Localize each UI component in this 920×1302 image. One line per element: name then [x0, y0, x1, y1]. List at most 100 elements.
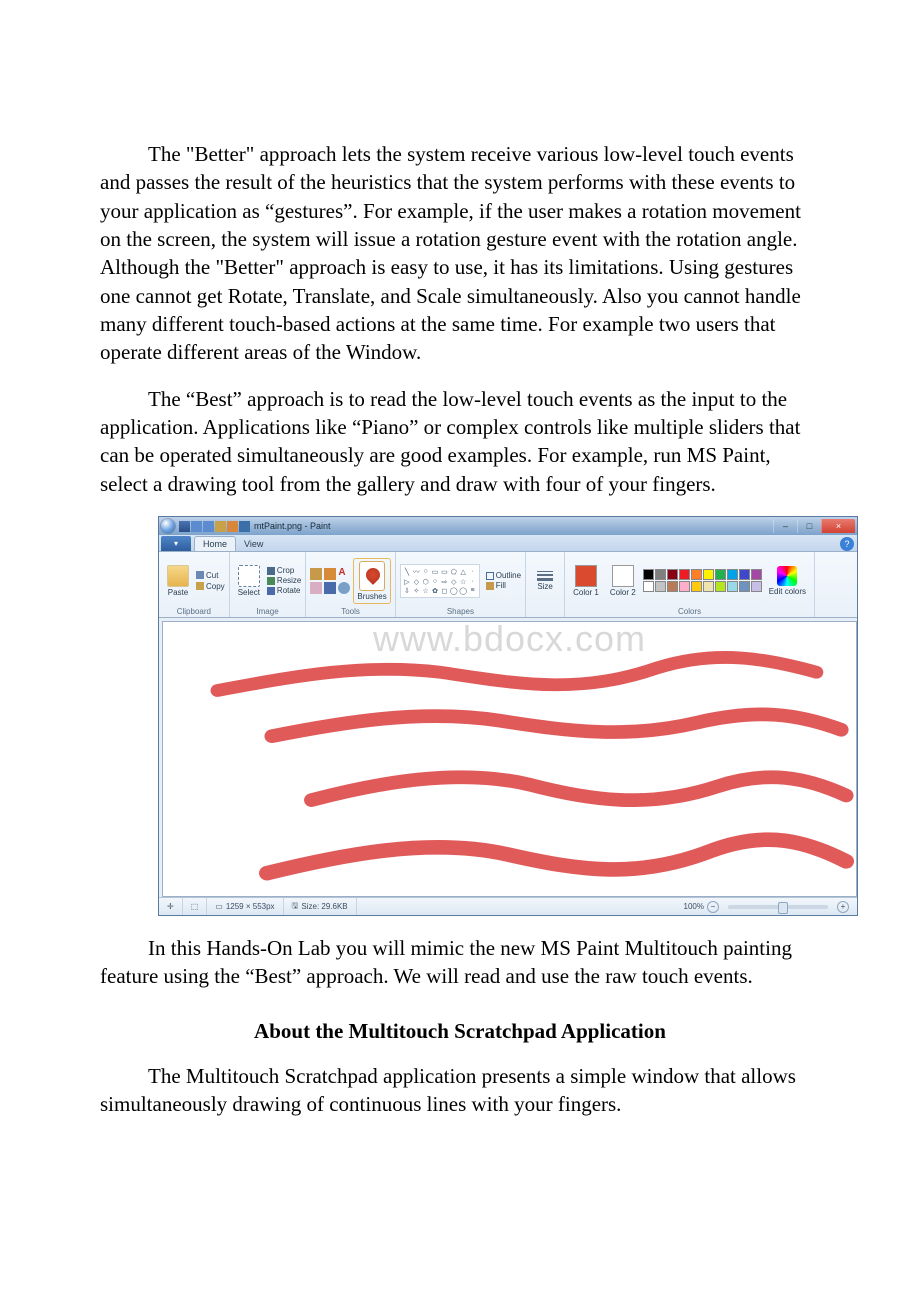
paste-icon	[167, 565, 189, 587]
cut-button[interactable]: Cut	[196, 571, 225, 580]
fill-button[interactable]: Fill	[486, 581, 521, 590]
body-paragraph: The Multitouch Scratchpad application pr…	[100, 1062, 820, 1119]
palette-swatch[interactable]	[727, 569, 738, 580]
palette-swatch[interactable]	[655, 569, 666, 580]
palette-swatch[interactable]	[643, 569, 654, 580]
palette-swatch[interactable]	[679, 581, 690, 592]
qat-item-icon[interactable]	[239, 521, 250, 532]
mspaint-screenshot-figure: mtPaint.png - Paint – □ × ▾ Home View ? …	[158, 516, 858, 916]
crop-button[interactable]: Crop	[267, 566, 301, 575]
tab-home[interactable]: Home	[194, 536, 236, 551]
qat-item-icon[interactable]	[215, 521, 226, 532]
color2-button[interactable]: Color 2	[606, 563, 640, 599]
zoom-slider[interactable]	[728, 905, 828, 909]
palette-swatch[interactable]	[643, 581, 654, 592]
text-tool-icon[interactable]: A	[338, 568, 350, 580]
crop-label: Crop	[277, 566, 294, 575]
help-icon[interactable]: ?	[840, 537, 854, 551]
qat-redo-icon[interactable]	[203, 521, 214, 532]
edit-colors-button[interactable]: Edit colors	[765, 564, 810, 598]
brush-icon	[359, 561, 385, 591]
selection-icon: ⬚	[191, 902, 199, 911]
titlebar: mtPaint.png - Paint – □ ×	[159, 517, 857, 535]
minimize-button[interactable]: –	[773, 519, 797, 533]
select-button[interactable]: Select	[234, 563, 264, 599]
file-menu-button[interactable]: ▾	[161, 536, 191, 551]
palette-swatch[interactable]	[667, 581, 678, 592]
qat-save-icon[interactable]	[179, 521, 190, 532]
paint-orb-icon[interactable]	[161, 519, 175, 533]
magnifier-tool-icon[interactable]	[338, 582, 350, 594]
group-clipboard: Paste Cut Copy Clipboard	[159, 552, 230, 617]
color1-swatch	[575, 565, 597, 587]
canvas[interactable]: www.bdocx.com	[162, 621, 857, 897]
shapes-options: Outline Fill	[483, 571, 521, 590]
palette-swatch[interactable]	[751, 581, 762, 592]
group-label: Colors	[569, 607, 810, 617]
paste-button[interactable]: Paste	[163, 563, 193, 599]
body-paragraph: The "Better" approach lets the system re…	[100, 140, 820, 367]
palette-swatch[interactable]	[691, 581, 702, 592]
color1-button[interactable]: Color 1	[569, 563, 603, 599]
palette-swatch[interactable]	[703, 569, 714, 580]
copy-label: Copy	[206, 582, 225, 591]
resize-label: Resize	[277, 576, 301, 585]
qat-undo-icon[interactable]	[191, 521, 202, 532]
palette-swatch[interactable]	[751, 569, 762, 580]
group-tools: A Brushes Tools	[306, 552, 395, 617]
eraser-tool-icon[interactable]	[310, 582, 322, 594]
brushes-button[interactable]: Brushes	[353, 558, 390, 604]
palette-swatch[interactable]	[679, 569, 690, 580]
status-cursor: ✛	[159, 898, 183, 915]
palette-swatch[interactable]	[739, 569, 750, 580]
palette-swatch[interactable]	[739, 581, 750, 592]
pencil-tool-icon[interactable]	[310, 568, 322, 580]
edit-colors-icon	[777, 566, 797, 586]
tab-view[interactable]: View	[236, 537, 271, 551]
zoom-in-button[interactable]: +	[837, 901, 849, 913]
outline-button[interactable]: Outline	[486, 571, 521, 580]
cut-label: Cut	[206, 571, 218, 580]
group-label: Shapes	[400, 607, 521, 617]
size-button[interactable]: Size	[530, 569, 560, 593]
select-label: Select	[238, 588, 260, 597]
maximize-button[interactable]: □	[797, 519, 821, 533]
body-paragraph: The “Best” approach is to read the low-l…	[100, 385, 820, 498]
palette-swatch[interactable]	[655, 581, 666, 592]
copy-button[interactable]: Copy	[196, 582, 225, 591]
color-palette[interactable]	[643, 569, 762, 592]
titlebar-left	[161, 519, 250, 533]
group-shapes: ╲〰○▭▭⬠△· ▷◇⬡○⇨◇☆· ⇩✧☆✿◻◯◯≡ Outline Fill …	[396, 552, 526, 617]
fill-tool-icon[interactable]	[324, 568, 336, 580]
tools-grid: A	[310, 568, 350, 594]
resize-icon	[267, 577, 275, 585]
filesize-value: Size: 29.6KB	[301, 902, 347, 911]
paste-label: Paste	[168, 588, 188, 597]
palette-swatch[interactable]	[667, 569, 678, 580]
palette-swatch[interactable]	[715, 581, 726, 592]
fill-label: Fill	[496, 581, 506, 590]
close-button[interactable]: ×	[821, 519, 855, 533]
size-label: Size	[537, 582, 553, 591]
qat-item-icon[interactable]	[227, 521, 238, 532]
shapes-gallery[interactable]: ╲〰○▭▭⬠△· ▷◇⬡○⇨◇☆· ⇩✧☆✿◻◯◯≡	[400, 564, 480, 598]
brushes-label: Brushes	[357, 592, 386, 601]
cursor-icon: ✛	[167, 902, 174, 911]
section-heading: About the Multitouch Scratchpad Applicat…	[100, 1019, 820, 1044]
group-label: Tools	[310, 607, 390, 617]
palette-swatch[interactable]	[691, 569, 702, 580]
paint-window: mtPaint.png - Paint – □ × ▾ Home View ? …	[158, 516, 858, 916]
status-selection: ⬚	[183, 898, 208, 915]
palette-swatch[interactable]	[715, 569, 726, 580]
zoom-out-button[interactable]: −	[707, 901, 719, 913]
brush-strokes	[163, 622, 856, 896]
resize-button[interactable]: Resize	[267, 576, 301, 585]
palette-swatch[interactable]	[703, 581, 714, 592]
disk-icon: 🖫	[292, 900, 299, 914]
outline-icon	[486, 572, 494, 580]
palette-swatch[interactable]	[727, 581, 738, 592]
canvas-area: www.bdocx.com	[159, 618, 857, 897]
rotate-icon	[267, 587, 275, 595]
picker-tool-icon[interactable]	[324, 582, 336, 594]
rotate-button[interactable]: Rotate	[267, 586, 301, 595]
